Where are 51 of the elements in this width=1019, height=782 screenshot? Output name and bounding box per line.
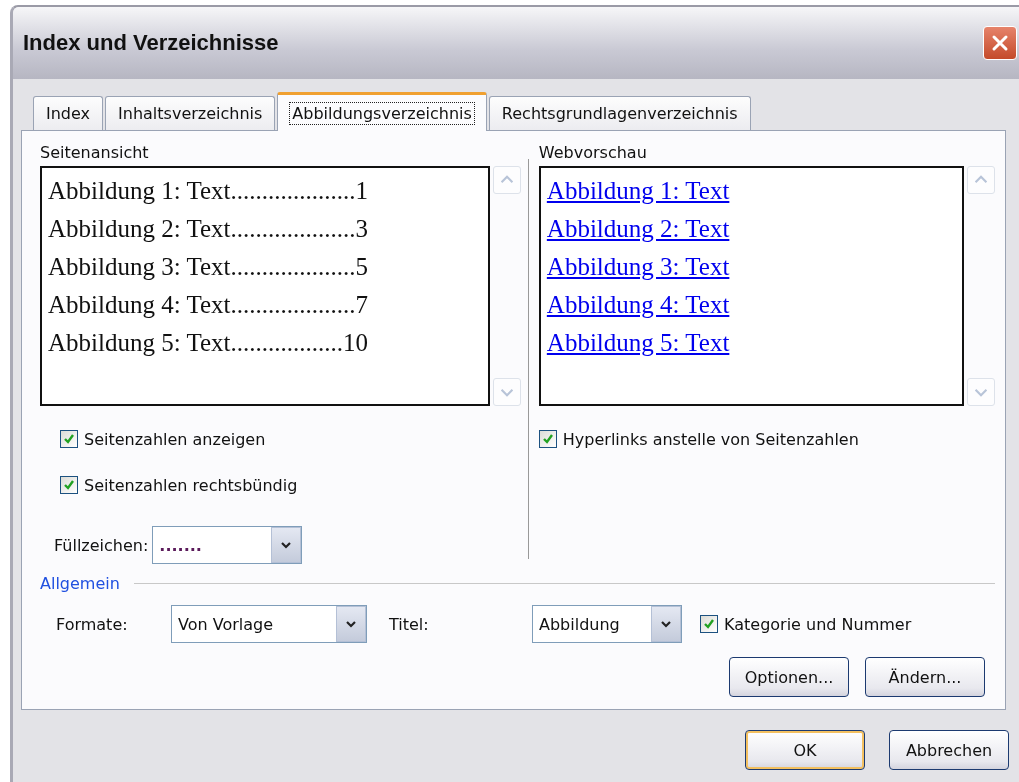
tab[interactable]: Inhaltsverzeichnis [105, 96, 276, 130]
preview-link[interactable]: Abbildung 1: Text [546, 177, 730, 204]
scroll-up-icon[interactable] [967, 166, 995, 194]
tab[interactable]: Index [33, 96, 104, 130]
checkbox[interactable] [538, 430, 557, 448]
field-label: Füllzeichen: [54, 535, 149, 555]
section-label: Seitenansicht [40, 143, 150, 162]
chevron-down-icon [660, 618, 672, 630]
preview-link[interactable]: Abbildung 3: Text [546, 253, 730, 280]
dialog-button[interactable]: OK [745, 730, 865, 770]
panel-button[interactable]: Optionen... [729, 657, 849, 697]
fill-character-dropdown[interactable]: ....... [152, 526, 303, 564]
check-icon [702, 617, 716, 631]
tab[interactable]: Rechtsgrundlagenverzeichnis [488, 96, 751, 130]
chevron-down-icon [345, 618, 357, 630]
scrollbar[interactable] [492, 166, 521, 406]
field-label: Titel: [389, 614, 430, 634]
check-icon [62, 432, 76, 446]
scroll-down-icon[interactable] [492, 378, 521, 406]
field-label: Formate: [56, 614, 129, 634]
checkbox-option[interactable]: Seitenzahlen rechtsbündig [60, 472, 521, 498]
preview-entry: Abbildung 3: Text....................5 [48, 252, 369, 282]
tab[interactable]: Abbildungsverzeichnis [277, 92, 487, 131]
checkbox-option[interactable]: Hyperlinks anstelle von Seitenzahlen [538, 426, 995, 452]
checkbox-option[interactable]: Kategorie und Nummer [700, 611, 912, 637]
scrollbar[interactable] [967, 166, 995, 406]
preview-entry: Abbildung 2: Text....................3 [48, 214, 369, 244]
dialog-button[interactable]: Abbrechen [889, 730, 1009, 770]
group-label: Allgemein [40, 574, 120, 593]
preview-entry: Abbildung 4: Text....................7 [48, 290, 369, 320]
checkbox[interactable] [60, 476, 78, 494]
check-icon [62, 478, 76, 492]
caption-dropdown[interactable]: Abbildung [532, 605, 682, 643]
preview-link[interactable]: Abbildung 4: Text [546, 291, 730, 318]
preview-link[interactable]: Abbildung 2: Text [546, 215, 730, 242]
check-icon [540, 432, 555, 446]
panel-button[interactable]: Ändern... [865, 657, 985, 697]
scroll-up-icon[interactable] [492, 166, 521, 194]
formats-dropdown[interactable]: Von Vorlage [171, 605, 367, 643]
close-button[interactable] [983, 26, 1017, 60]
preview-link[interactable]: Abbildung 5: Text [546, 329, 730, 356]
window-title: Index und Verzeichnisse [23, 30, 279, 56]
checkbox[interactable] [700, 615, 718, 633]
chevron-down-icon [280, 539, 293, 551]
checkbox-option[interactable]: Seitenzahlen anzeigen [60, 426, 521, 452]
preview-entry: Abbildung 5: Text..................10 [48, 328, 369, 358]
section-label: Webvorschau [538, 143, 648, 162]
close-icon [990, 33, 1010, 53]
scroll-down-icon[interactable] [967, 378, 995, 406]
preview-entry: Abbildung 1: Text....................1 [48, 176, 369, 206]
checkbox[interactable] [60, 430, 78, 448]
